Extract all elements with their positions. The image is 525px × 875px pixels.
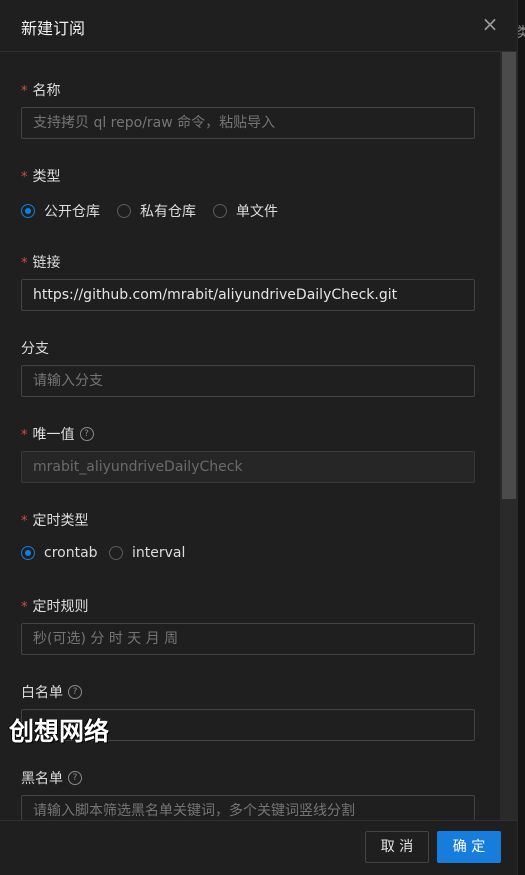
radio-unchecked-icon: [213, 204, 227, 218]
required-mark: *: [21, 256, 28, 271]
schedule-type-radio-crontab[interactable]: crontab: [21, 545, 98, 561]
whitelist-label: 白名单?: [21, 682, 82, 702]
radio-checked-icon: [21, 546, 35, 560]
question-circle-icon[interactable]: ?: [68, 685, 82, 699]
blacklist-input[interactable]: [21, 795, 475, 820]
type-radio-file[interactable]: 单文件: [213, 201, 278, 221]
alias-input: mrabit_aliyundriveDailyCheck: [21, 451, 475, 483]
required-mark: *: [21, 514, 28, 529]
radio-unchecked-icon: [109, 546, 123, 560]
required-mark: *: [21, 428, 28, 443]
name-input[interactable]: [21, 107, 475, 139]
confirm-button[interactable]: 确 定: [437, 831, 501, 863]
modal-body[interactable]: *名称 *类型 公开仓库 私有仓库 单文件 *链接 https://githu: [0, 52, 517, 820]
link-label: * 链接: [21, 255, 61, 271]
required-mark: *: [21, 170, 28, 185]
scrollbar-thumb[interactable]: [502, 52, 516, 499]
cancel-button[interactable]: 取 消: [365, 831, 429, 863]
watermark-text: 创想网络: [9, 717, 110, 746]
required-mark: *: [21, 600, 28, 615]
modal-header: 新建订阅 ×: [0, 0, 517, 52]
type-radio-private[interactable]: 私有仓库: [117, 201, 196, 221]
schedule-input[interactable]: [21, 623, 475, 655]
blacklist-label: 黑名单?: [21, 768, 82, 788]
schedule-type-label: * 定时类型: [21, 513, 89, 529]
branch-input[interactable]: [21, 365, 475, 397]
question-circle-icon[interactable]: ?: [79, 427, 94, 441]
link-input[interactable]: https://github.com/mrabit/aliyundriveDai…: [21, 279, 475, 311]
required-mark: *: [21, 84, 28, 99]
radio-checked-icon: [21, 204, 35, 218]
type-radio-public[interactable]: 公开仓库: [21, 201, 100, 221]
modal-title: 新建订阅: [21, 19, 86, 38]
type-label: * 类型: [21, 169, 61, 185]
close-icon[interactable]: ×: [478, 12, 502, 36]
question-circle-icon[interactable]: ?: [68, 771, 82, 785]
name-label: * 名称: [21, 83, 61, 99]
radio-unchecked-icon: [117, 204, 131, 218]
modal-footer: 取 消 确 定: [0, 820, 517, 875]
schedule-label: * 定时规则: [21, 599, 89, 615]
branch-label: 分支: [21, 341, 49, 357]
alias-label: * 唯一值?: [21, 424, 94, 444]
schedule-type-radio-interval[interactable]: interval: [109, 545, 185, 561]
